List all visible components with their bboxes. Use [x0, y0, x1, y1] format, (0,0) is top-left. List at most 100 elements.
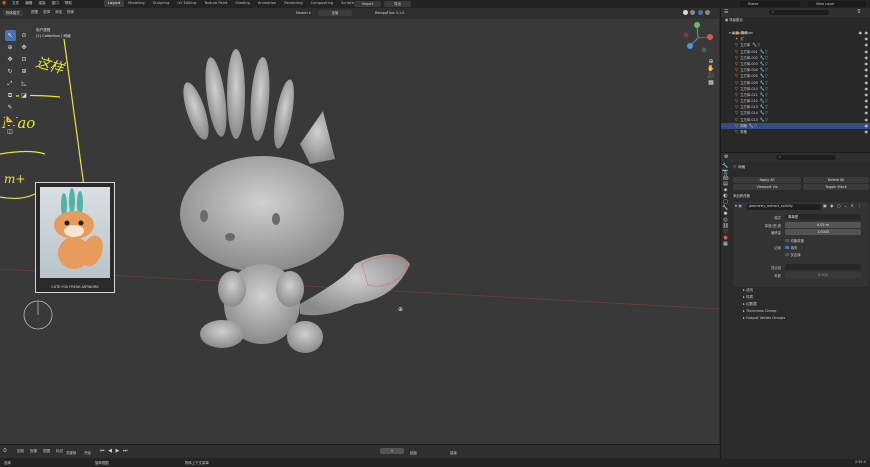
3d-viewport[interactable]: ⊕ 用户透视 (1) Collection | 网格 这样 Mao m+ ↖ ⊕…: [0, 19, 719, 444]
cursor-tool-icon-2[interactable]: ⊙: [18, 30, 30, 41]
fox-model: [180, 49, 410, 353]
subsection-2[interactable]: ▸ 边数据: [733, 301, 869, 308]
subsection-4[interactable]: ▸ Output Vertex Groups: [733, 315, 869, 322]
transform-tool-icon[interactable]: ⧉: [4, 90, 16, 101]
texture-tab-icon[interactable]: ▦: [721, 241, 730, 247]
modifier-toggle-icons[interactable]: ▣ ◉ ▢ ⌄ ✕ ⋮: [823, 203, 862, 208]
factor-field[interactable]: 0.000: [785, 272, 861, 278]
outliner-editor-icon[interactable]: ☰: [724, 9, 728, 15]
outliner-item-label: 立方体.005: [740, 74, 758, 79]
keyframe-label[interactable]: 关键帧: [66, 450, 76, 455]
properties-search[interactable]: ⌕: [776, 154, 836, 160]
scale-tool-icon[interactable]: ⤢: [4, 78, 16, 89]
reference-image[interactable]: CUTE FOX FRESH ARTWORK: [35, 182, 115, 293]
modifier-header[interactable]: ▾ ▣ geometry_extract_solidify ▣ ◉ ▢ ⌄ ✕ …: [735, 203, 867, 210]
select-tool-icon[interactable]: ↖: [4, 30, 16, 41]
toggle-stack-button[interactable]: Toggle Stack: [803, 184, 869, 190]
fill-checkbox[interactable]: 填充: [785, 245, 797, 250]
thickness-label: 厚度(宽)度: [764, 224, 781, 228]
modifier-name-field[interactable]: geometry_extract_solidify: [747, 204, 821, 210]
orientation-dropdown[interactable]: 全局: [318, 10, 352, 16]
workspace-tab-5[interactable]: Shading: [231, 0, 254, 7]
status-rotate: 旋转视图: [95, 461, 109, 465]
import-button[interactable]: Import: [354, 1, 381, 7]
workspace-tab-7[interactable]: Rendering: [280, 0, 306, 7]
menu-object[interactable]: 物体: [64, 9, 77, 16]
apply-all-button[interactable]: Apply All: [733, 177, 801, 183]
subsection-3[interactable]: ▸ Thickness Clamp: [733, 308, 869, 315]
cursor-tool-icon[interactable]: ⊕: [4, 42, 16, 53]
menu-item-4[interactable]: 帮助: [62, 0, 75, 7]
workspace-tab-1[interactable]: Modeling: [124, 0, 148, 7]
zoom-icon[interactable]: ⊕: [706, 58, 716, 65]
extra-tool-icon[interactable]: ⊞: [18, 66, 30, 77]
export-button[interactable]: 导出: [384, 1, 411, 7]
viewport-vis-button[interactable]: Viewport Vis: [733, 184, 801, 190]
mode-dropdown-field[interactable]: 简单型: [785, 214, 861, 220]
measure-tool-icon-2[interactable]: ◺: [18, 78, 30, 89]
fox-illustration: [54, 188, 103, 269]
main-menu: 文件 编辑 渲染 窗口 帮助: [9, 0, 75, 7]
visibility-eye-icon[interactable]: ◉: [865, 129, 869, 135]
current-frame-field[interactable]: 1: [380, 448, 404, 454]
outliner-header: ☰ ⌕ ⊽: [721, 8, 870, 17]
menu-item-1[interactable]: 编辑: [22, 0, 35, 7]
auto-key-label[interactable]: 开始: [84, 450, 91, 455]
mode-dropdown[interactable]: 物体模式: [3, 10, 23, 16]
retopoflow-button[interactable]: RetopoFlow 3.1.0: [375, 10, 415, 16]
add-cube-tool-icon[interactable]: ◫: [4, 126, 16, 137]
modifier-wrench-icon: 🔧▽: [759, 91, 768, 97]
version-label: 2.92.0: [855, 460, 866, 464]
pan-hand-icon[interactable]: ✋: [706, 65, 716, 72]
models-dropdown[interactable]: Models ▾: [296, 10, 316, 16]
blender-logo-icon[interactable]: ◉: [2, 0, 6, 6]
scale-tool-icon-2[interactable]: ⊡: [18, 54, 30, 65]
menu-item-0[interactable]: 文件: [9, 0, 22, 7]
subsection-1[interactable]: ▸ 材质: [733, 294, 869, 301]
grid-icon[interactable]: ▦: [706, 79, 716, 86]
timeline-editor-icon[interactable]: ⏱: [3, 448, 7, 454]
timeline-view[interactable]: 视图: [40, 448, 53, 455]
view-layer-selector[interactable]: View Layer: [808, 1, 866, 7]
subsection-label: 材质: [745, 295, 754, 299]
timeline-keying[interactable]: 抠像: [27, 448, 40, 455]
subsection-0[interactable]: ▸ 法向: [733, 287, 869, 294]
outliner-item[interactable]: ▽ 带格 ◉: [721, 129, 870, 135]
workspace-tab-4[interactable]: Texture Paint: [200, 0, 231, 7]
outliner-item-label: 立方体.001: [740, 49, 758, 54]
offset-field[interactable]: 1.0000: [785, 229, 861, 235]
outliner-scene-collection[interactable]: ▣ 场景集合: [725, 17, 865, 23]
collapse-arrow-icon[interactable]: ▾: [735, 203, 737, 208]
workspace-tab-8[interactable]: Compositing: [307, 0, 338, 7]
vgroup-field[interactable]: [785, 264, 861, 270]
camera-view-icon[interactable]: 🎥: [706, 72, 716, 79]
mesh-icon: ▽: [735, 54, 739, 60]
add-modifier-dropdown[interactable]: 添加修改器: [733, 193, 869, 199]
measure-tool-icon[interactable]: 📐: [4, 114, 16, 125]
filter-icon[interactable]: ⊽: [857, 9, 861, 15]
annotate-tool-icon[interactable]: ✎: [4, 102, 16, 113]
properties-editor-icon[interactable]: ⚙: [724, 154, 728, 160]
navigation-gizmo[interactable]: [680, 19, 716, 57]
playback-controls[interactable]: ⏮ ◀ ▶ ⏭: [100, 448, 128, 454]
workspace-tab-6[interactable]: Animation: [254, 0, 280, 7]
thickness-field[interactable]: 0.02 m: [785, 222, 861, 228]
only-rim-checkbox[interactable]: 仅边缘: [785, 252, 801, 257]
delete-all-button[interactable]: Delete All: [803, 177, 869, 183]
move-tool-icon[interactable]: ✥: [4, 54, 16, 65]
workspace-tab-0[interactable]: Layout: [104, 0, 125, 7]
timeline-playback[interactable]: 回放: [14, 448, 27, 455]
workspace-tab-3[interactable]: UV Editing: [173, 0, 200, 7]
move-tool-icon-2[interactable]: ✥: [18, 42, 30, 53]
viewport-shading-buttons[interactable]: [683, 10, 710, 16]
scene-selector[interactable]: Scene: [740, 1, 800, 7]
outliner-search[interactable]: ⌕: [769, 9, 829, 15]
menu-item-2[interactable]: 渲染: [35, 0, 48, 7]
mesh-icon: ▽: [735, 104, 739, 110]
even-thickness-checkbox[interactable]: 均衡厚度: [785, 238, 804, 243]
workspace-tab-2[interactable]: Sculpting: [149, 0, 174, 7]
rotate-tool-icon[interactable]: ↻: [4, 66, 16, 77]
menu-item-3[interactable]: 窗口: [49, 0, 62, 7]
extra-tool-icon-2[interactable]: ◪: [18, 90, 30, 101]
timeline-marker[interactable]: 标记: [53, 448, 66, 455]
